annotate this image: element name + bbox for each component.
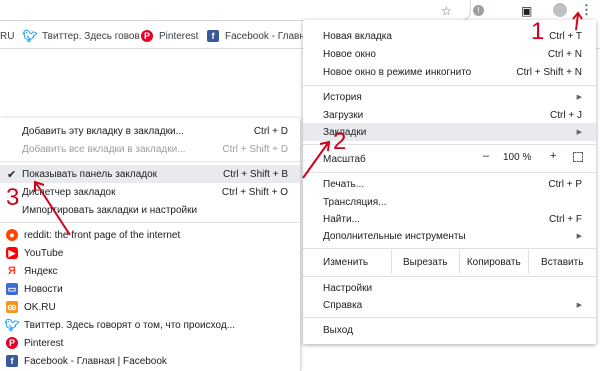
annotation-step-1: 1 <box>531 18 545 45</box>
annotation-arrow-2 <box>302 142 329 179</box>
annotation-overlay <box>34 11 583 236</box>
annotation-arrow-3 <box>35 182 71 236</box>
annotation-step-2: 2 <box>333 128 347 155</box>
annotation-step-3: 3 <box>6 184 20 211</box>
